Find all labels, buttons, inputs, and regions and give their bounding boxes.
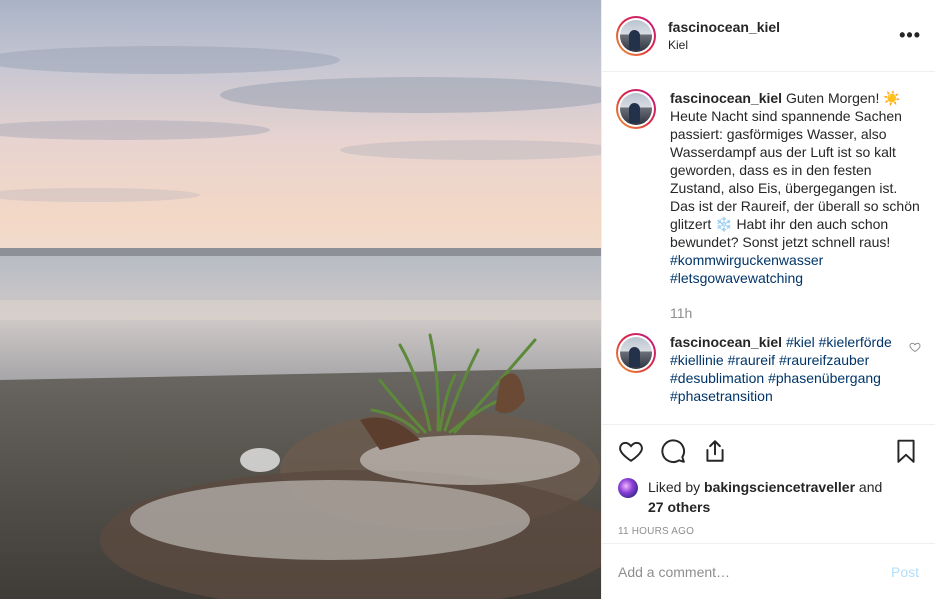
- header-username[interactable]: fascinocean_kiel: [668, 19, 899, 35]
- comment-avatar[interactable]: [616, 333, 656, 373]
- photo-image: [0, 0, 601, 599]
- more-options-icon[interactable]: •••: [899, 25, 921, 46]
- caption-username[interactable]: fascinocean_kiel: [670, 90, 782, 106]
- post-timestamp[interactable]: 11 hours ago: [618, 526, 919, 537]
- hashtag-link[interactable]: #kiel: [786, 334, 815, 350]
- comment-like-heart-icon[interactable]: [909, 341, 921, 353]
- post-side-panel: fascinocean_kiel Kiel ••• fascinocean_ki…: [601, 0, 935, 599]
- liker-avatar[interactable]: [618, 478, 638, 498]
- liker-username[interactable]: bakingsciencetraveller: [704, 479, 855, 495]
- likes-others-link[interactable]: 27 others: [648, 499, 710, 515]
- caption-avatar[interactable]: [616, 89, 656, 129]
- likes-prefix: Liked by: [648, 479, 701, 495]
- hashtag-link[interactable]: #phasenübergang: [768, 370, 881, 386]
- hashtag-link[interactable]: #kommwirguckenwasser: [670, 252, 823, 268]
- hashtag-link[interactable]: #raureifzauber: [779, 352, 869, 368]
- actions-section: Liked by bakingsciencetraveller and 27 o…: [602, 424, 935, 537]
- heart-icon[interactable]: [618, 438, 644, 464]
- likes-suffix: and: [858, 479, 883, 495]
- caption-time: 11h: [670, 305, 693, 321]
- likes-summary: Liked by bakingsciencetraveller and 27 o…: [618, 477, 919, 517]
- hashtag-link[interactable]: #kielerförde: [819, 334, 892, 350]
- post-photo[interactable]: [0, 0, 601, 599]
- bookmark-icon[interactable]: [893, 438, 919, 464]
- caption-comment: fascinocean_kiel Guten Morgen! ☀️ Heute …: [616, 89, 921, 287]
- post-comment-button[interactable]: Post: [891, 564, 919, 580]
- action-bar: [618, 425, 919, 477]
- hashtag-link[interactable]: #desublimation: [670, 370, 764, 386]
- header-location[interactable]: Kiel: [668, 38, 899, 52]
- share-icon[interactable]: [702, 438, 728, 464]
- hashtag-link[interactable]: #raureif: [728, 352, 775, 368]
- hashtag-comment: fascinocean_kiel #kiel #kielerförde #kie…: [616, 333, 921, 405]
- hashtag-link[interactable]: #letsgowavewatching: [670, 270, 803, 286]
- hashtag-link[interactable]: #kiellinie: [670, 352, 724, 368]
- comment-username[interactable]: fascinocean_kiel: [670, 334, 782, 350]
- add-comment-bar: Post: [602, 543, 935, 599]
- comment-input[interactable]: [618, 563, 891, 580]
- comment-bubble-icon[interactable]: [660, 438, 686, 464]
- avatar-image: [620, 337, 652, 369]
- hashtag-link[interactable]: #phasetransition: [670, 388, 773, 404]
- comments-list[interactable]: fascinocean_kiel Guten Morgen! ☀️ Heute …: [602, 73, 935, 423]
- post-header: fascinocean_kiel Kiel •••: [602, 0, 935, 72]
- instagram-post-modal: fascinocean_kiel Kiel ••• fascinocean_ki…: [0, 0, 935, 599]
- avatar[interactable]: [616, 15, 656, 56]
- avatar-image: [620, 93, 652, 125]
- avatar-image: [620, 19, 652, 52]
- caption-text: Guten Morgen! ☀️ Heute Nacht sind spanne…: [670, 90, 920, 250]
